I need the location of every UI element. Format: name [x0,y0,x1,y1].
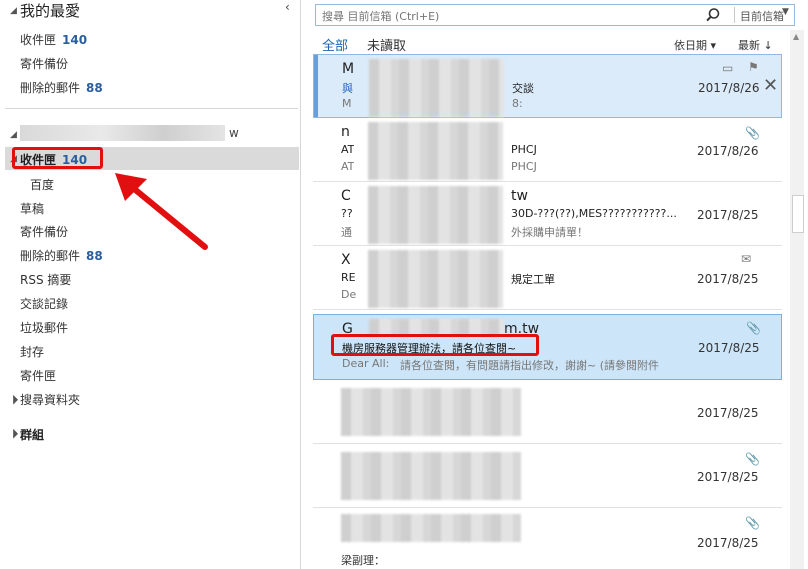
message-row[interactable]: M 與 交談 M 8: ▭ ⚑ 2017/8/26 ✕ [313,54,782,118]
collapse-pane-icon[interactable]: ‹ [285,0,290,14]
message-subject: AT [341,143,355,156]
redacted-area [369,59,504,117]
favorites-title[interactable]: 我的最愛 [20,0,80,21]
message-sender: X [341,252,351,268]
flag-icon[interactable]: ⚑ [748,60,759,74]
divider [5,108,298,109]
fav-sent[interactable]: 寄件備份 [20,55,68,72]
message-preview-tail: 請各位查閱，有問題請指出修改，謝謝~ (請參閱附件 [400,359,660,372]
message-preview: Dear All: [342,357,390,370]
expand-search-folders-icon[interactable]: ◢ [7,394,19,406]
account-name[interactable]: w [229,126,239,140]
folder-conversation-history[interactable]: 交談記錄 [20,295,68,312]
paperclip-icon: 📎 [745,126,760,140]
fav-inbox[interactable]: 收件匣 140 [20,31,87,48]
message-subject: RE [341,271,356,284]
message-preview-tail: 8: [512,97,523,110]
paperclip-icon: 📎 [745,452,760,466]
message-sender: n [341,124,350,140]
arrow-down-icon: ↓ [763,39,773,52]
scrollbar[interactable]: ▲ [790,30,804,569]
message-date: 2017/8/25 [697,470,759,484]
scroll-up-icon[interactable]: ▲ [793,32,799,41]
message-row[interactable]: X RE 規定工單 De ✉ 2017/8/25 [313,246,782,310]
folder-archive[interactable]: 封存 [20,343,44,360]
paperclip-icon: 📎 [745,516,760,530]
message-subject: ?? [341,207,353,220]
search-scope-separator [734,7,735,23]
delete-icon[interactable]: ✕ [763,75,778,96]
meeting-response-icon: ✉ [741,252,752,266]
sort-order[interactable]: 最新 ↓ [738,37,773,53]
message-list: M 與 交談 M 8: ▭ ⚑ 2017/8/26 ✕ n AT PHCJ AT… [313,54,782,569]
chevron-down-icon[interactable]: ▼ [782,7,789,17]
folder-pane: ◢ 我的最愛 ‹ 收件匣 140 寄件備份 刪除的郵件 88 ◢ w ◢ 收件匣 14… [0,0,301,569]
selection-bar [314,55,318,117]
tab-all[interactable]: 全部 [322,35,348,54]
folder-junk[interactable]: 垃圾郵件 [20,319,68,336]
message-preview: M [342,97,352,110]
message-date: 2017/8/25 [697,208,759,222]
sort-by-date[interactable]: 依日期 ▾ [674,37,716,53]
message-date: 2017/8/26 [698,81,760,95]
search-icon[interactable] [704,6,722,24]
message-preview-tail: 外採購申請單！ [511,226,588,239]
search-bar: 目前信箱 ▼ [315,4,795,26]
scrollbar-thumb[interactable] [792,195,804,233]
message-subject-tail: 交談 [512,82,534,95]
message-date: 2017/8/25 [697,272,759,286]
message-subject: 與 [342,82,353,95]
message-sender-tail: tw [511,188,528,204]
search-scope[interactable]: 目前信箱 [740,8,784,24]
message-row[interactable]: 梁副理： 📎 2017/8/25 [313,508,782,569]
folder-search-folders[interactable]: 搜尋資料夾 [20,391,80,408]
tab-unread[interactable]: 未讀取 [367,35,406,54]
folder-drafts[interactable]: 草稿 [20,200,44,217]
message-subject-tail: 30D-???(??),MES???????????... [511,207,677,220]
groups-header[interactable]: 群組 [20,426,44,443]
search-input[interactable] [320,7,699,25]
annotation-box-inbox [12,147,103,169]
message-row[interactable]: C tw ?? 30D-???(??),MES???????????... 通 … [313,182,782,246]
message-subject-tail: 規定工單 [511,273,555,286]
message-preview-tail: PHCJ [511,160,537,173]
paperclip-icon: 📎 [746,321,761,335]
folder-sent[interactable]: 寄件備份 [20,223,68,240]
message-sender: C [341,188,351,204]
chevron-down-icon: ▾ [710,39,717,52]
annotation-box-subject [331,334,539,356]
folder-baidu[interactable]: 百度 [30,176,54,193]
message-sender: M [342,61,355,77]
chat-bubble-icon[interactable]: ▭ [722,61,733,75]
redacted-area [368,250,503,308]
folder-deleted[interactable]: 刪除的郵件 88 [20,247,103,264]
message-date: 2017/8/25 [698,341,760,355]
redacted-area [341,514,521,542]
expand-groups-icon[interactable]: ◢ [7,428,19,440]
message-row[interactable]: 2017/8/25 [313,380,782,444]
message-preview: 梁副理： [341,554,385,567]
folder-rss[interactable]: RSS 摘要 [20,271,71,288]
message-row[interactable]: n AT PHCJ AT PHCJ 📎 2017/8/26 [313,118,782,182]
message-preview: 通 [341,226,352,239]
message-list-pane: 目前信箱 ▼ 全部 未讀取 依日期 ▾ 最新 ↓ M 與 交談 M 8: ▭ ⚑… [305,0,808,569]
message-row[interactable]: 📎 2017/8/25 [313,444,782,508]
message-date: 2017/8/26 [697,144,759,158]
account-name-redacted[interactable] [20,125,225,141]
redacted-area [341,388,521,436]
redacted-area [341,452,521,500]
message-preview: De [341,288,357,301]
redacted-area [368,122,503,180]
collapse-favorites-icon[interactable]: ◢ [10,6,17,16]
message-subject-tail: PHCJ [511,143,537,156]
annotation-arrow-icon [115,173,208,250]
fav-deleted[interactable]: 刪除的郵件 88 [20,79,103,96]
message-date: 2017/8/25 [697,406,759,420]
redacted-area [368,186,503,244]
folder-outbox[interactable]: 寄件匣 [20,367,56,384]
message-preview: AT [341,160,355,173]
collapse-account-icon[interactable]: ◢ [10,130,17,140]
message-date: 2017/8/25 [697,536,759,550]
